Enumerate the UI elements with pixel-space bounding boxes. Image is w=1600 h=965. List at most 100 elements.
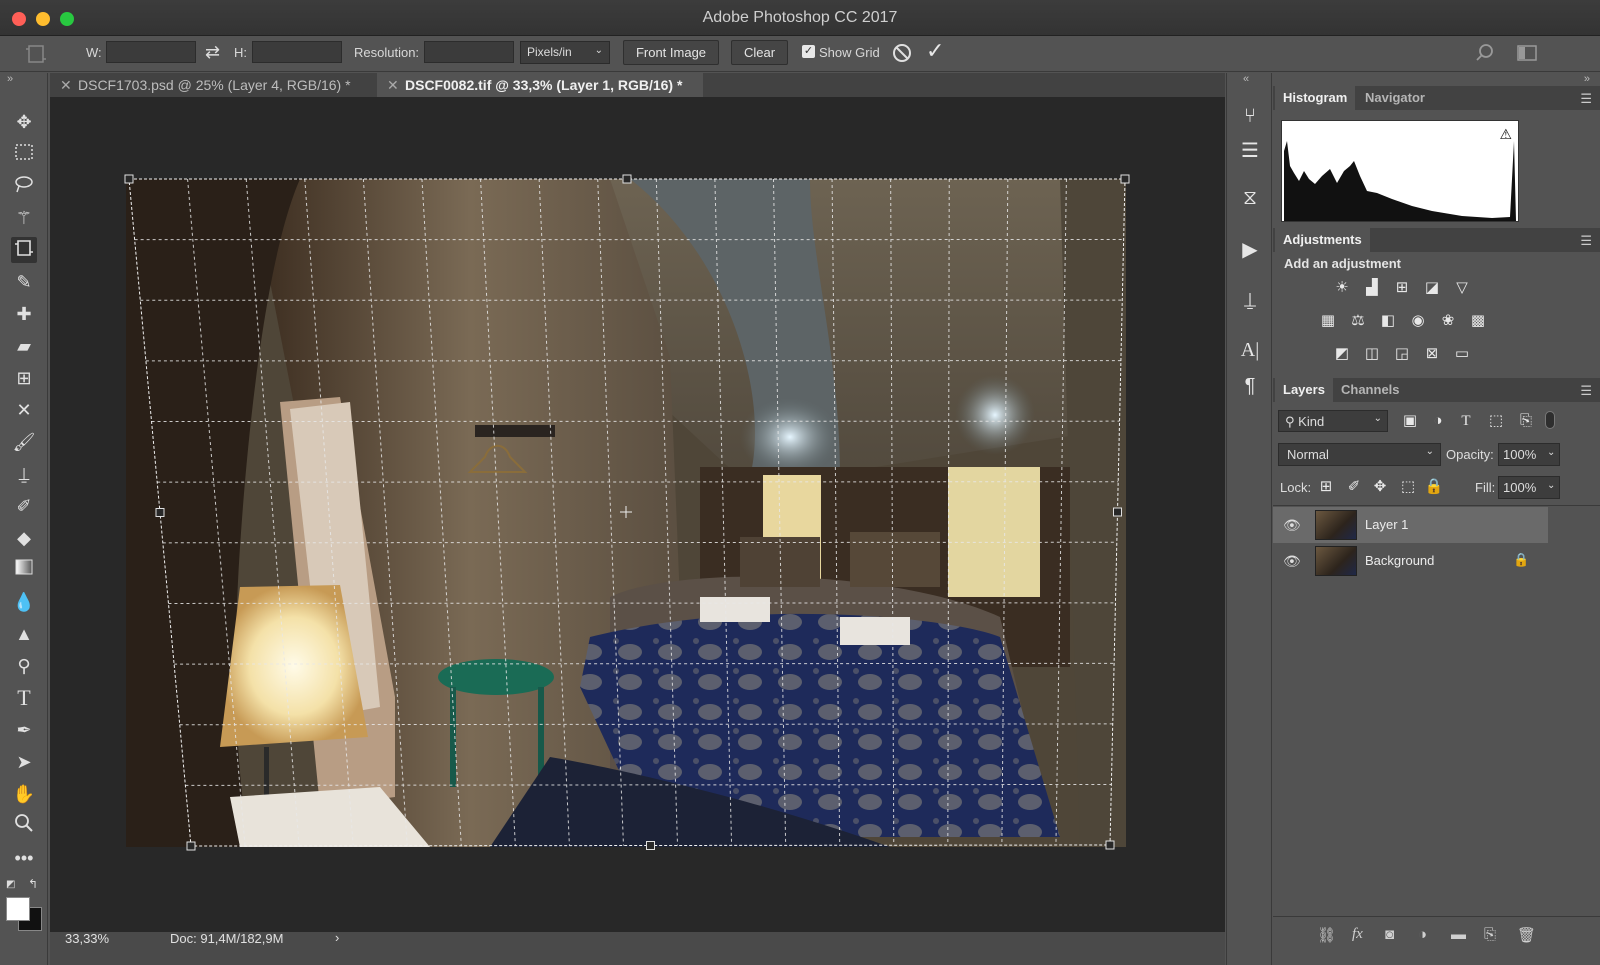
link-layers-icon[interactable]: ⛓ bbox=[1317, 926, 1336, 944]
expand-panels-icon[interactable]: « bbox=[1243, 73, 1249, 85]
delete-layer-icon[interactable]: 🗑 bbox=[1517, 926, 1536, 944]
color-lookup-icon[interactable]: ▩ bbox=[1467, 310, 1489, 332]
crop-handle[interactable] bbox=[155, 508, 165, 517]
photo-filter-icon[interactable]: ◉ bbox=[1407, 310, 1429, 332]
cancel-icon[interactable] bbox=[891, 42, 913, 64]
tab-channels[interactable]: Channels bbox=[1333, 378, 1408, 402]
document-canvas[interactable] bbox=[50, 97, 1225, 932]
close-tab-icon[interactable]: ✕ bbox=[60, 73, 72, 97]
path-selection-tool-icon[interactable]: ➤ bbox=[11, 749, 37, 775]
lasso-tool-icon[interactable] bbox=[11, 173, 37, 199]
layer-row-layer-1[interactable]: 👁 Layer 1 bbox=[1273, 507, 1548, 543]
blur-tool-icon[interactable]: 💧 bbox=[11, 589, 37, 615]
crop-handle[interactable] bbox=[1105, 840, 1115, 850]
move-tool-icon[interactable]: ✥ bbox=[11, 109, 37, 135]
front-image-button[interactable]: Front Image bbox=[623, 40, 719, 65]
height-input[interactable] bbox=[252, 41, 342, 63]
channel-mixer-icon[interactable]: ❀ bbox=[1437, 310, 1459, 332]
filter-shape-icon[interactable]: ⬚ bbox=[1485, 410, 1507, 432]
layer-style-fx-icon[interactable]: fx bbox=[1352, 926, 1363, 943]
filter-type-icon[interactable]: T bbox=[1455, 410, 1477, 432]
show-grid-checkbox[interactable]: ✓ bbox=[802, 45, 815, 58]
posterize-icon[interactable]: ◫ bbox=[1361, 343, 1383, 365]
resolution-input[interactable] bbox=[424, 41, 514, 63]
visibility-eye-icon[interactable]: 👁 bbox=[1283, 553, 1301, 570]
warning-icon[interactable]: ⚠ bbox=[1499, 126, 1512, 143]
black-white-icon[interactable]: ◧ bbox=[1377, 310, 1399, 332]
crossed-arrows-tool-icon[interactable]: ✕ bbox=[11, 397, 37, 423]
panel-menu-icon[interactable]: ☰ bbox=[1580, 383, 1592, 399]
filter-pixel-icon[interactable]: ▣ bbox=[1399, 410, 1421, 432]
curves-icon[interactable]: ⊞ bbox=[1391, 277, 1413, 299]
healing-brush-tool-icon[interactable]: ✚ bbox=[11, 301, 37, 327]
filter-toggle-switch[interactable] bbox=[1545, 411, 1555, 429]
status-menu-arrow-icon[interactable]: › bbox=[335, 930, 339, 945]
visibility-eye-icon[interactable]: 👁 bbox=[1283, 517, 1301, 534]
add-mask-icon[interactable]: ◙ bbox=[1385, 926, 1394, 943]
document-size[interactable]: Doc: 91,4M/182,9M bbox=[170, 932, 283, 946]
crop-handle[interactable] bbox=[124, 174, 134, 184]
content-aware-move-tool-icon[interactable]: ⊞ bbox=[11, 365, 37, 391]
perspective-crop-icon[interactable] bbox=[24, 42, 48, 66]
tab-layers[interactable]: Layers bbox=[1275, 378, 1333, 402]
crop-handle[interactable] bbox=[1120, 174, 1130, 184]
clone-stamp-tool-icon[interactable]: ⍊ bbox=[11, 461, 37, 487]
marquee-tool-icon[interactable] bbox=[11, 141, 37, 167]
invert-icon[interactable]: ◩ bbox=[1331, 343, 1353, 365]
new-adjustment-layer-icon[interactable]: ◑ bbox=[1418, 926, 1427, 943]
actions-play-icon[interactable]: ▶ bbox=[1237, 237, 1263, 263]
width-input[interactable] bbox=[106, 41, 196, 63]
magic-wand-tool-icon[interactable]: ⚚ bbox=[11, 205, 37, 231]
crop-handle[interactable] bbox=[1113, 507, 1122, 517]
default-colors-icon[interactable]: ◩ bbox=[6, 879, 15, 890]
tab-document-1[interactable]: ✕ DSCF1703.psd @ 25% (Layer 4, RGB/16) * bbox=[50, 73, 377, 97]
lock-image-icon[interactable]: ✐ bbox=[1343, 476, 1365, 498]
collapse-dock-icon[interactable]: » bbox=[1584, 73, 1590, 85]
properties-icon[interactable]: ☰ bbox=[1237, 138, 1263, 164]
resolution-units-select[interactable]: Pixels/in ⌄ bbox=[520, 41, 610, 64]
blend-mode-select[interactable]: Normal ⌄ bbox=[1278, 443, 1441, 466]
clone-source-icon[interactable]: ⍊ bbox=[1237, 287, 1263, 313]
dodge-tool-icon[interactable]: ⚲ bbox=[11, 653, 37, 679]
eyedropper-tool-icon[interactable]: ✎ bbox=[11, 269, 37, 295]
tab-document-2[interactable]: ✕ DSCF0082.tif @ 33,3% (Layer 1, RGB/16)… bbox=[377, 73, 703, 97]
type-tool-icon[interactable]: T bbox=[11, 685, 37, 711]
lock-transparent-icon[interactable]: ⊞ bbox=[1315, 476, 1337, 498]
panel-menu-icon[interactable]: ☰ bbox=[1580, 233, 1592, 249]
pen-tool-icon[interactable]: ✒ bbox=[11, 717, 37, 743]
tab-navigator[interactable]: Navigator bbox=[1357, 86, 1433, 110]
swap-dimensions-icon[interactable]: ⇄ bbox=[205, 42, 220, 63]
filter-adjustment-icon[interactable]: ◑ bbox=[1427, 410, 1449, 432]
history-icon[interactable]: ⧖ bbox=[1237, 185, 1263, 211]
layer-filter-select[interactable]: ⚲ Kind ⌄ bbox=[1278, 410, 1388, 432]
layer-row-background[interactable]: 👁 Background 🔒 bbox=[1273, 543, 1548, 579]
crop-handle[interactable] bbox=[646, 841, 655, 850]
color-balance-icon[interactable]: ⚖ bbox=[1347, 310, 1369, 332]
lock-artboard-icon[interactable]: ⬚ bbox=[1397, 476, 1419, 498]
opacity-chevron-icon[interactable]: ⌄ bbox=[1547, 447, 1555, 458]
workspace-icon[interactable] bbox=[1516, 43, 1538, 63]
new-layer-icon[interactable]: ⎘ bbox=[1484, 926, 1496, 943]
selective-color-icon[interactable]: ⊠ bbox=[1421, 343, 1443, 365]
lock-all-icon[interactable]: 🔒 bbox=[1423, 476, 1445, 498]
swap-colors-icon[interactable]: ↰ bbox=[28, 877, 38, 891]
tab-histogram[interactable]: Histogram bbox=[1275, 86, 1356, 110]
more-tools-icon[interactable]: ••• bbox=[11, 845, 37, 871]
canvas-area[interactable] bbox=[50, 97, 1225, 932]
tab-adjustments[interactable]: Adjustments bbox=[1275, 228, 1370, 252]
brightness-contrast-icon[interactable]: ☀ bbox=[1331, 277, 1353, 299]
zoom-tool-icon[interactable] bbox=[11, 813, 37, 839]
zoom-level[interactable]: 33,33% bbox=[65, 932, 109, 946]
vibrance-icon[interactable]: ▽ bbox=[1451, 277, 1473, 299]
brush-tool-icon[interactable]: 🖌 bbox=[11, 429, 37, 455]
new-group-icon[interactable]: ▬ bbox=[1451, 926, 1466, 943]
clear-button[interactable]: Clear bbox=[731, 40, 788, 65]
eraser-tool-icon[interactable]: ◆ bbox=[11, 525, 37, 551]
patch-tool-icon[interactable]: ▰ bbox=[11, 333, 37, 359]
filter-smart-object-icon[interactable]: ⎘ bbox=[1515, 410, 1537, 432]
crop-handle[interactable] bbox=[186, 841, 196, 851]
gradient-map-icon[interactable]: ▭ bbox=[1451, 343, 1473, 365]
gradient-tool-icon[interactable] bbox=[11, 557, 37, 583]
tool-presets-icon[interactable]: ⑂ bbox=[1237, 103, 1263, 129]
foreground-color-swatch[interactable] bbox=[6, 897, 30, 921]
